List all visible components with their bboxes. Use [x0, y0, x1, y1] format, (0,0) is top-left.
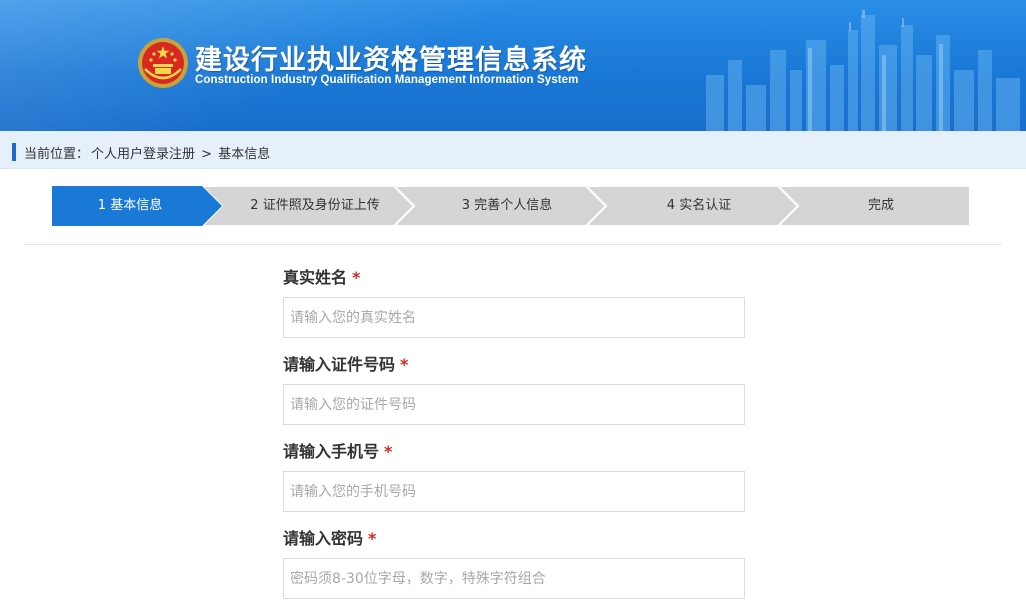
password-input[interactable] — [283, 558, 745, 599]
system-title-english: Construction Industry Qualification Mana… — [195, 74, 579, 86]
required-mark: * — [400, 355, 409, 374]
real-name-label: 真实姓名 * — [283, 267, 745, 289]
system-title: 建设行业执业资格管理信息系统 — [195, 45, 587, 76]
label-text: 请输入证件号码 — [283, 355, 396, 374]
field-phone: 请输入手机号 * — [283, 441, 745, 512]
step-label: 完成 — [867, 198, 894, 213]
field-id-number: 请输入证件号码 * — [283, 354, 745, 425]
registration-steps: 1 基本信息 2 证件照及身份证上传 3 完善个人信息 4 实名认证 完成 — [52, 186, 970, 226]
label-text: 请输入手机号 — [283, 442, 380, 461]
id-number-label: 请输入证件号码 * — [283, 354, 745, 376]
step-label: 2 证件照及身份证上传 — [250, 198, 380, 213]
breadcrumb-current: 基本信息 — [218, 147, 271, 162]
step-basic-info: 1 基本信息 — [52, 186, 222, 226]
step-real-name-auth: 4 实名认证 — [586, 186, 798, 226]
real-name-input[interactable] — [283, 297, 745, 338]
phone-input[interactable] — [283, 471, 745, 512]
field-real-name: 真实姓名 * — [283, 267, 745, 338]
breadcrumb: 当前位置： 个人用户登录注册 > 基本信息 — [24, 143, 272, 162]
city-skyline-illustration — [706, 10, 1020, 131]
section-divider — [24, 244, 1002, 245]
step-id-upload: 2 证件照及身份证上传 — [202, 186, 414, 226]
field-password: 请输入密码 * — [283, 528, 745, 599]
header-banner: 建设行业执业资格管理信息系统 Construction Industry Qua… — [0, 0, 1026, 131]
national-emblem-icon — [138, 38, 188, 88]
label-text: 请输入密码 — [283, 529, 364, 548]
required-mark: * — [384, 442, 393, 461]
password-label: 请输入密码 * — [283, 528, 745, 550]
breadcrumb-prefix: 当前位置： — [24, 147, 90, 162]
step-personal-info: 3 完善个人信息 — [394, 186, 606, 226]
step-label: 1 基本信息 — [97, 198, 163, 213]
id-number-input[interactable] — [283, 384, 745, 425]
breadcrumb-separator: > — [201, 147, 213, 162]
required-mark: * — [352, 268, 361, 287]
step-complete: 完成 — [778, 186, 970, 226]
required-mark: * — [368, 529, 377, 548]
phone-label: 请输入手机号 * — [283, 441, 745, 463]
label-text: 真实姓名 — [283, 268, 348, 287]
breadcrumb-link-register[interactable]: 个人用户登录注册 — [91, 147, 195, 162]
breadcrumb-marker — [12, 143, 16, 161]
step-label: 3 完善个人信息 — [461, 198, 553, 213]
breadcrumb-bar: 当前位置： 个人用户登录注册 > 基本信息 — [0, 131, 1026, 169]
step-label: 4 实名认证 — [666, 198, 732, 213]
